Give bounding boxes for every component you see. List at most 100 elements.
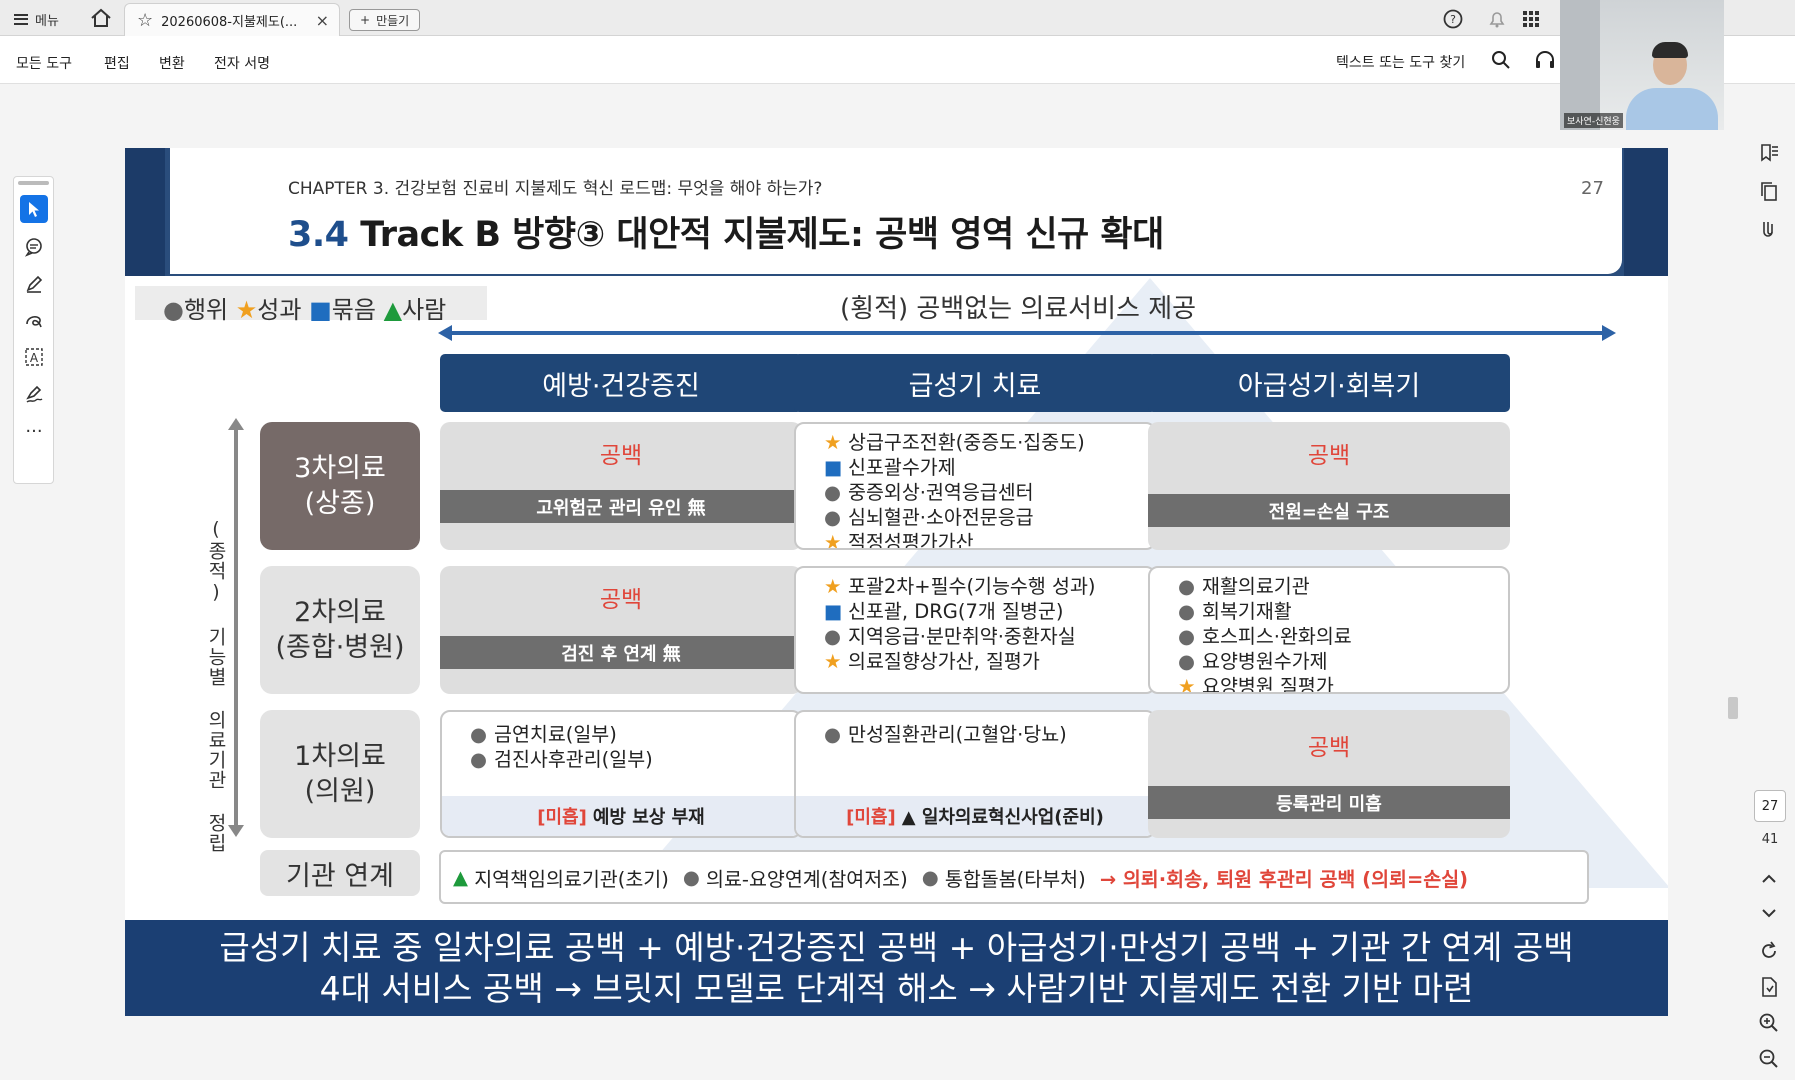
zoom-out-icon[interactable] (1758, 1048, 1780, 1070)
legend-triangle-icon: ▲ (383, 296, 403, 324)
webcam-wall (1560, 0, 1600, 130)
draw-tool[interactable] (20, 307, 48, 335)
list-item: ■ 신포괄수가제 (824, 455, 1085, 480)
legend-dot-icon: ● (163, 296, 184, 324)
more-icon[interactable]: ··· (20, 417, 48, 445)
list-item-text: 만성질환관리(고혈압·당뇨) (848, 723, 1067, 746)
dot-marker: ● (921, 865, 939, 889)
list-item-text: 신포괄수가제 (848, 456, 956, 479)
row-head-secondary: 2차의료 (종합·병원) (260, 566, 420, 694)
menu-e-sign[interactable]: 전자 서명 (214, 53, 270, 73)
presenter-body (1626, 88, 1718, 130)
headset-icon[interactable] (1534, 50, 1556, 70)
triangle-marker: ▲ (453, 865, 468, 889)
insufficient-note: [미흡] 예방 보상 부재 (442, 796, 800, 836)
gap-bar: 등록관리 미흡 (1148, 786, 1510, 819)
list-item: ■ 신포괄, DRG(7개 질병군) (824, 599, 1096, 624)
create-button[interactable]: + 만들기 (349, 9, 421, 31)
copy-pages-icon[interactable] (1758, 180, 1780, 202)
title-text: Track B 방향③ 대안적 지불제도: 공백 영역 신규 확대 (360, 215, 1164, 255)
pen-icon (26, 275, 43, 293)
sign-tool[interactable] (20, 380, 48, 408)
list-item-text: 요양병원 질평가 (1202, 675, 1334, 694)
zoom-in-icon[interactable] (1758, 1012, 1780, 1034)
horizontal-arrow (438, 325, 1616, 341)
column-head-acute: 급성기 치료 (794, 354, 1156, 412)
star-marker: ★ (824, 650, 842, 673)
gap-bar: 고위험군 관리 유인 無 (440, 490, 802, 523)
document-tab[interactable]: ☆ 20260608-지불제도(... × (124, 3, 340, 36)
cell-primary-acute: ● 만성질환관리(고혈압·당뇨) [미흡] ▲ 일차의료혁신사업(준비) (794, 710, 1156, 838)
text-box-icon: A (25, 348, 43, 366)
comment-tool[interactable] (20, 233, 48, 261)
list-item-text: 포괄2차+필수(기능수행 성과) (848, 575, 1096, 598)
summary-line-2: 4대 서비스 공백 → 브릿지 모델로 단계적 해소 → 사람기반 지불제도 전… (319, 969, 1474, 1008)
cell-secondary-subacute: ● 재활의료기관 ● 회복기재활 ● 호스피스·완화의료 ● 요양병원수가제 ★ 요양병원… (1148, 566, 1510, 694)
linkage-item-b: 의료-요양연계(참여저조) (706, 867, 908, 891)
row-head-line1: 1차의료 (294, 740, 386, 772)
vertical-arrow (228, 418, 244, 837)
chevron-up-icon[interactable] (1758, 868, 1780, 890)
row-head-linkage: 기관 연계 (260, 850, 420, 896)
list-item: ★ 요양병원 질평가 (1178, 674, 1352, 694)
hamburger-icon (14, 13, 28, 25)
menu-convert[interactable]: 변환 (159, 53, 185, 73)
list-item-text: 중증외상·권역응급센터 (848, 481, 1034, 504)
list-item-text: 검진사후관리(일부) (494, 748, 653, 771)
list-item-text: 재활의료기관 (1202, 575, 1310, 598)
cell-primary-prevention: ● 금연치료(일부) ● 검진사후관리(일부) [미흡] 예방 보상 부재 (440, 710, 802, 838)
item-list: ● 만성질환관리(고혈압·당뇨) (824, 722, 1067, 747)
select-tool[interactable] (20, 195, 48, 223)
insufficient-tag: [미흡] (846, 807, 896, 828)
highlight-tool[interactable] (20, 270, 48, 298)
row-head-tertiary: 3차의료 (상종) (260, 422, 420, 550)
save-file-icon[interactable] (1758, 976, 1780, 998)
home-icon[interactable] (90, 8, 112, 28)
menu-button[interactable]: 메뉴 (14, 8, 59, 30)
close-icon[interactable]: × (316, 11, 329, 30)
toolbar-grip[interactable] (18, 181, 49, 185)
menu-all-tools[interactable]: 모든 도구 (16, 53, 72, 73)
help-icon[interactable]: ? (1442, 8, 1464, 30)
list-item-text: 신포괄, DRG(7개 질병군) (848, 600, 1064, 623)
list-item-text: 심뇌혈관·소아전문응급 (848, 506, 1034, 529)
dot-marker: ● (824, 481, 842, 504)
bell-icon[interactable] (1486, 8, 1508, 30)
list-item: ● 검진사후관리(일부) (470, 747, 653, 772)
dot-marker: ● (682, 865, 700, 889)
search-icon[interactable] (1491, 50, 1511, 70)
top-bar: 메뉴 ☆ 20260608-지불제도(... × + 만들기 ? (0, 0, 1795, 36)
linkage-box: ▲ 지역책임의료기관(초기) ● 의료-요양연계(참여저조) ● 통합돌봄(타부… (439, 850, 1589, 904)
cursor-icon (29, 202, 39, 217)
list-item: ● 요양병원수가제 (1178, 649, 1352, 674)
dot-marker: ● (824, 625, 842, 648)
find-tools-search[interactable]: 텍스트 또는 도구 찾기 (1336, 52, 1465, 72)
legend-star-label: 성과 (257, 296, 302, 324)
chevron-down-icon[interactable] (1758, 902, 1780, 924)
vertical-axis-label: (종적) 기능별 의료기관 정립 (205, 518, 227, 853)
svg-text:?: ? (1450, 13, 1456, 26)
list-item-text: 의료질향상가산, 질평가 (848, 650, 1040, 673)
linkage-gap-note: → 의뢰·회송, 퇴원 후관리 공백 (의뢰=손실) (1099, 867, 1469, 891)
menu-edit[interactable]: 편집 (104, 53, 130, 73)
cell-tertiary-prevention: 공백 고위험군 관리 유인 無 (440, 422, 802, 550)
cell-primary-subacute: 공백 등록관리 미흡 (1148, 710, 1510, 838)
text-tool[interactable]: A (20, 343, 48, 371)
refresh-icon[interactable] (1758, 940, 1780, 962)
star-marker: ★ (824, 575, 842, 598)
list-item: ● 지역응급·분만취약·중환자실 (824, 624, 1096, 649)
legend-triangle-label: 사람 (402, 296, 447, 324)
list-item: ★ 의료질향상가산, 질평가 (824, 649, 1096, 674)
slide-page: CHAPTER 3. 건강보험 진료비 지불제도 혁신 로드맵: 무엇을 해야 … (125, 148, 1668, 1016)
scrollbar-thumb[interactable] (1728, 697, 1738, 719)
apps-grid-icon[interactable] (1520, 8, 1542, 30)
bookmark-list-icon[interactable] (1758, 142, 1780, 164)
page-number-input[interactable]: 27 (1754, 790, 1786, 822)
insufficient-tag: [미흡] (537, 807, 587, 828)
webcam-label: 보사연-신현웅 (1564, 113, 1623, 128)
item-list: ● 재활의료기관 ● 회복기재활 ● 호스피스·완화의료 ● 요양병원수가제 ★ 요양병원… (1178, 574, 1352, 694)
slide-page-number: 27 (1581, 178, 1604, 199)
gap-label: 공백 (1307, 735, 1351, 761)
attachment-icon[interactable] (1758, 218, 1780, 240)
star-icon[interactable]: ☆ (137, 10, 153, 31)
